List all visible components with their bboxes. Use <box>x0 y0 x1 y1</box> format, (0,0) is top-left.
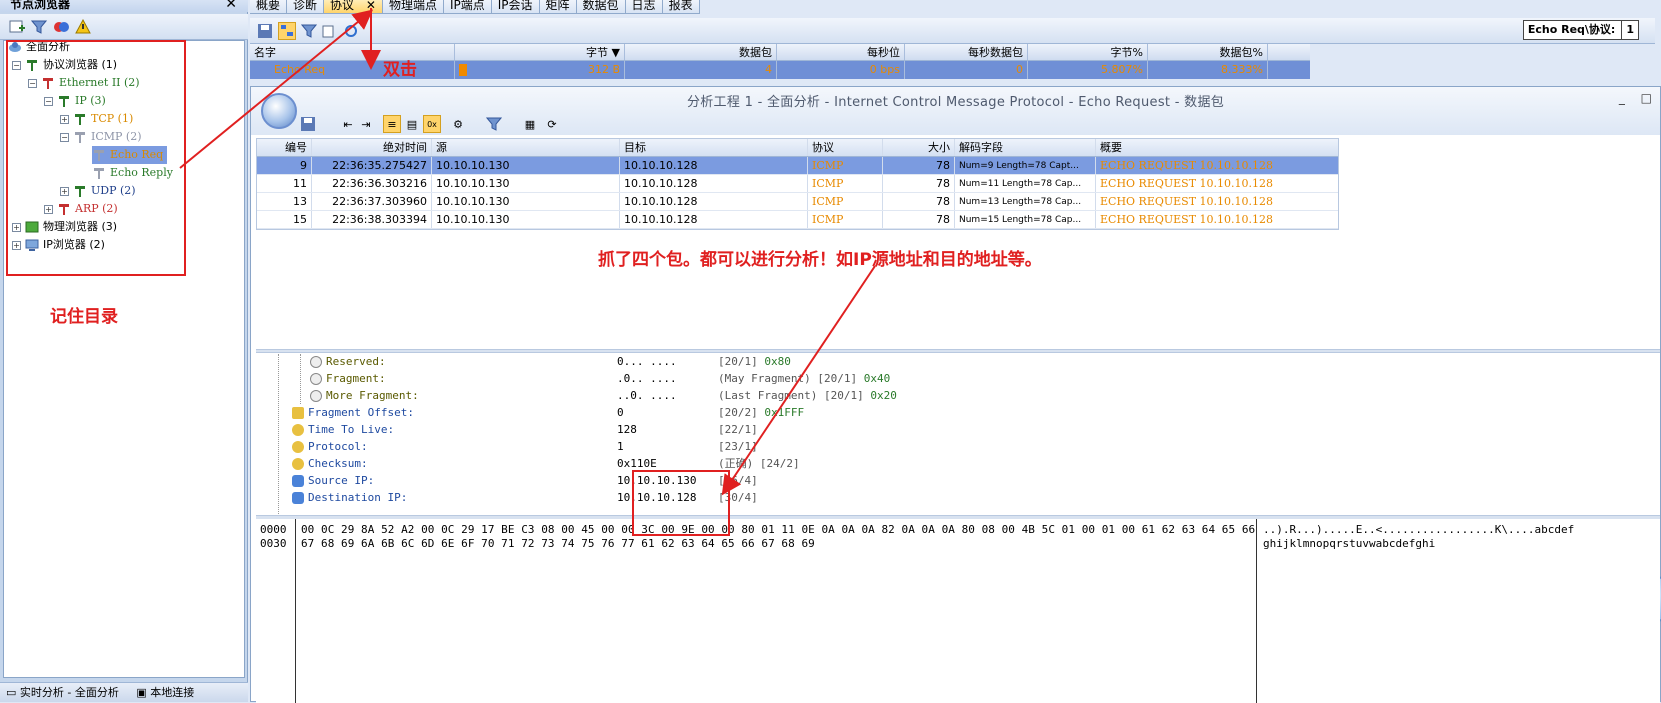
bit-icon <box>310 373 322 385</box>
refresh-icon[interactable] <box>342 22 360 40</box>
export-icon[interactable] <box>320 22 338 40</box>
annotation-remember-dir: 记住目录 <box>50 307 118 327</box>
field-icon <box>292 424 304 436</box>
hex-bytes[interactable]: 00 0C 29 8A 52 A2 00 0C 29 17 BE C3 08 0… <box>301 519 1301 551</box>
hex-offsets: 0000 0030 <box>256 519 296 703</box>
ip-field-icon <box>292 475 304 487</box>
field-icon <box>292 458 304 470</box>
node-browser-toolbar <box>0 14 248 40</box>
decode-field-more-fragment[interactable]: More Fragment: ..0. .... (Last Fragment)… <box>310 387 1210 404</box>
hex-ascii[interactable]: ..).R...).....E..<.................K\...… <box>1256 519 1660 703</box>
alert-icon[interactable] <box>74 18 92 36</box>
realtime-analysis-status[interactable]: ▭ 实时分析 - 全面分析 <box>6 686 119 699</box>
main-area: 概要 诊断 协议 ✕ 物理端点 IP端点 IP会话 矩阵 数据包 日志 报表 E… <box>250 0 1661 703</box>
ip-field-icon <box>292 492 304 504</box>
filter-icon[interactable] <box>300 22 318 40</box>
add-node-icon[interactable] <box>8 18 26 36</box>
next-icon[interactable]: ⇥ <box>357 115 375 133</box>
minimize-icon[interactable]: _ <box>1619 91 1625 105</box>
decode-icon[interactable]: ⚙ <box>449 115 467 133</box>
table-row[interactable]: 9 22:36:35.275427 10.10.10.130 10.10.10.… <box>257 157 1338 175</box>
decode-field-protocol[interactable]: Protocol: 1 [23/1] <box>292 438 1192 455</box>
bit-icon <box>310 356 322 368</box>
tab-overview[interactable]: 概要 <box>250 0 288 14</box>
packet-table: 编号 绝对时间 源 目标 协议 大小 解码字段 概要 9 22:36:35.27… <box>256 138 1339 230</box>
close-icon[interactable]: ✕ <box>225 0 237 12</box>
detail-view-icon[interactable]: ▤ <box>403 115 421 133</box>
tab-physical-endpoints[interactable]: 物理端点 <box>382 0 444 14</box>
echo-req-filter-field[interactable]: Echo Req\协议: 1 <box>1522 20 1639 40</box>
status-bar: ▭ 实时分析 - 全面分析 ▣ 本地连接 <box>0 682 248 702</box>
protocol-toolbar: Echo Req\协议: 1 <box>250 18 1655 44</box>
prev-icon[interactable]: ⇤ <box>339 115 357 133</box>
tab-bar: 概要 诊断 协议 ✕ 物理端点 IP端点 IP会话 矩阵 数据包 日志 报表 <box>250 0 700 14</box>
decode-field-ttl[interactable]: Time To Live: 128 [22/1] <box>292 421 1192 438</box>
annotation-double-click: 双击 <box>383 60 417 80</box>
group-icon[interactable] <box>52 18 70 36</box>
table-header: 编号 绝对时间 源 目标 协议 大小 解码字段 概要 <box>257 139 1338 157</box>
local-connection-status[interactable]: ▣ 本地连接 <box>136 686 194 699</box>
decode-field-checksum[interactable]: Checksum: 0x110E (正确) [24/2] <box>292 455 1192 472</box>
decode-field-source-ip[interactable]: Source IP: 10.10.10.130 [26/4] <box>292 472 1192 489</box>
tab-report[interactable]: 报表 <box>662 0 700 14</box>
decode-field-fragment[interactable]: Fragment: .0.. .... (May Fragment) [20/1… <box>310 370 1210 387</box>
refresh-icon[interactable]: ⟳ <box>543 115 561 133</box>
packet-toolbar: ⇤ ⇥ ≡ ▤ 0x ⚙ ▦ ⟳ <box>299 111 899 133</box>
annotation-box-ips <box>632 470 730 536</box>
decode-field-fragment-offset[interactable]: Fragment Offset: 0 [20/2] 0x1FFF <box>292 404 1192 421</box>
packet-window: 分析工程 1 - 全面分析 - Internet Control Message… <box>250 86 1661 703</box>
table-row[interactable]: 11 22:36:36.303216 10.10.10.130 10.10.10… <box>257 175 1338 193</box>
tab-matrix[interactable]: 矩阵 <box>539 0 577 14</box>
save-icon[interactable] <box>256 22 274 40</box>
node-browser-title: 节点浏览器 <box>0 0 248 12</box>
tree-view-icon[interactable] <box>278 22 296 40</box>
field-icon <box>292 441 304 453</box>
hex-view-icon[interactable]: 0x <box>423 115 441 133</box>
decode-field-reserved[interactable]: Reserved: 0... .... [20/1] 0x80 <box>310 354 1210 370</box>
tab-ip-endpoints[interactable]: IP端点 <box>443 0 492 14</box>
tab-protocol[interactable]: 协议 ✕ <box>324 0 383 14</box>
tab-packets[interactable]: 数据包 <box>576 0 626 14</box>
list-view-icon[interactable]: ≡ <box>383 115 401 133</box>
table-row[interactable]: 15 22:36:38.303394 10.10.10.130 10.10.10… <box>257 211 1338 229</box>
settings-icon[interactable]: ▦ <box>521 115 539 133</box>
maximize-icon[interactable]: □ <box>1641 91 1652 105</box>
bit-icon <box>310 390 322 402</box>
filter-icon[interactable] <box>30 18 48 36</box>
bytes-bar <box>459 64 467 76</box>
annotation-box-tree <box>6 40 186 276</box>
field-group-icon <box>292 407 304 419</box>
tab-diagnosis[interactable]: 诊断 <box>287 0 325 14</box>
decode-pane: Reserved: 0... .... [20/1] 0x80 Fragment… <box>256 354 1660 516</box>
table-row[interactable]: 13 22:36:37.303960 10.10.10.130 10.10.10… <box>257 193 1338 211</box>
pane-splitter[interactable] <box>256 349 1660 353</box>
tab-ip-sessions[interactable]: IP会话 <box>491 0 540 14</box>
tab-close-icon[interactable]: ✕ <box>366 0 376 12</box>
window-titlebar: 分析工程 1 - 全面分析 - Internet Control Message… <box>251 87 1660 135</box>
filter-icon[interactable] <box>485 115 503 133</box>
tab-log[interactable]: 日志 <box>625 0 663 14</box>
decode-field-destination-ip[interactable]: Destination IP: 10.10.10.128 [30/4] <box>292 489 1192 506</box>
hex-pane: 0000 0030 00 0C 29 8A 52 A2 00 0C 29 17 … <box>256 519 1660 703</box>
annotation-four-packets: 抓了四个包。都可以进行分析！如IP源地址和目的地址等。 <box>598 250 1042 270</box>
save-icon[interactable] <box>299 115 317 133</box>
